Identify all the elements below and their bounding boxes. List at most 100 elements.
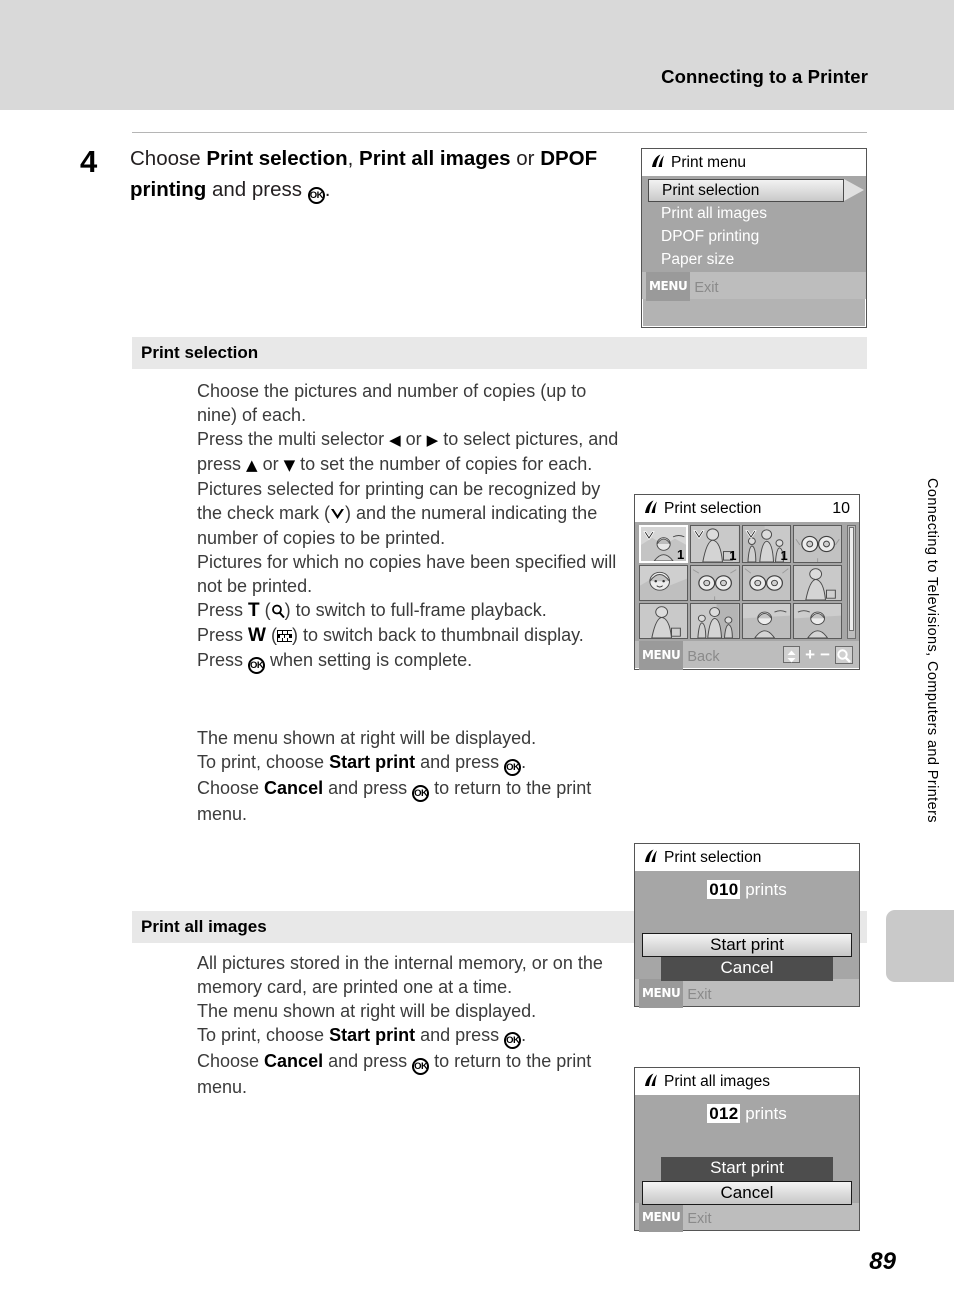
footer-label-back: Back (687, 649, 720, 665)
print-menu-footer: MENU Exit (642, 272, 866, 301)
thumbnail-item[interactable] (792, 525, 842, 563)
confirm-all-title: Print all images (664, 1073, 770, 1090)
step-block-4: 4 Choose Print selection, Print all imag… (80, 143, 615, 205)
plus-icon: + (805, 645, 816, 664)
printer-icon (642, 847, 659, 864)
ok-button-icon: OK (307, 187, 325, 204)
thumbnail-item[interactable] (792, 603, 842, 639)
thumbnail-grid-icon (276, 629, 292, 642)
thumbnail-item[interactable] (741, 565, 791, 601)
ok-button-icon: OK (248, 657, 266, 675)
print-menu-title-bar: Print menu (642, 149, 866, 176)
print-count-unit: prints (745, 1104, 787, 1123)
menu-item-paper-size[interactable]: Paper size (648, 249, 858, 271)
page-header-title: Connecting to a Printer (661, 66, 868, 87)
thumbnail-photo (793, 566, 841, 600)
confirm-all-footer: MENU Exit (635, 1203, 859, 1232)
ok-button-icon: OK (504, 1032, 522, 1050)
thumbnail-item[interactable] (639, 565, 689, 601)
cancel-button[interactable]: Cancel (661, 957, 833, 981)
thumbnail-photo (793, 526, 841, 562)
confirm-selection-footer: MENU Exit (635, 979, 859, 1008)
footer-icon-group: + − (783, 644, 853, 665)
page-header-band: Connecting to a Printer (0, 0, 954, 110)
step-bold-print-all-images: Print all images (359, 147, 511, 170)
bold-start-print: Start print (329, 752, 416, 773)
printer-icon (649, 152, 666, 169)
thumbnail-photo (742, 566, 790, 600)
scrollbar-thumb[interactable] (849, 527, 854, 631)
menu-key-icon: MENU (639, 1203, 684, 1232)
menu-key-icon: MENU (639, 641, 684, 670)
thumbnail-item[interactable] (741, 603, 791, 639)
thumbnail-item[interactable] (639, 603, 689, 639)
thumbnail-photo (691, 566, 739, 600)
menu-item-dpof-printing[interactable]: DPOF printing (648, 226, 858, 248)
check-mark-icon (744, 527, 757, 540)
start-print-button[interactable]: Start print (642, 933, 852, 957)
print-selection-count: 10 (832, 500, 850, 517)
up-arrow-icon: ▲ (246, 456, 258, 475)
printer-icon (642, 1071, 659, 1088)
bold-cancel: Cancel (264, 778, 324, 799)
up-down-selector-icon (783, 646, 801, 663)
print-menu-list: Print selection Print all images DPOF pr… (642, 176, 866, 272)
step-instruction: Choose Print selection, Print all images… (130, 143, 615, 205)
step-text-run: . (324, 178, 331, 201)
bold-start-print: Start print (329, 1025, 416, 1046)
confirm-selection-title: Print selection (664, 849, 762, 866)
bold-cancel: Cancel (264, 1051, 324, 1072)
chevron-right-icon (844, 179, 864, 201)
thumbnail-scrollbar[interactable] (847, 525, 856, 639)
print-count-line: 010 prints (635, 880, 859, 900)
header-divider-rule (132, 132, 867, 133)
confirm-selection-title-bar: Print selection (635, 844, 859, 871)
print-selection-footer: MENU Back + − (635, 641, 859, 670)
menu-key-icon: MENU (646, 272, 691, 301)
thumbnail-copies: 1 (729, 548, 737, 563)
page-number: 89 (869, 1248, 896, 1275)
paragraph-print-selection-description: Choose the pictures and number of copies… (197, 379, 629, 675)
left-arrow-icon: ◀ (389, 431, 401, 450)
thumbnail-photo (691, 604, 739, 638)
screenshot-print-selection-thumbnails: Print selection 10 1 1 1 MENU Back + − (634, 494, 860, 670)
screenshot-print-menu: Print menu Print selection Print all ima… (641, 148, 867, 328)
section-heading-print-selection: Print selection (132, 337, 867, 369)
print-count-value: 012 (707, 1104, 741, 1123)
print-selection-title-bar: Print selection 10 (635, 495, 859, 522)
footer-label-exit: Exit (687, 1211, 712, 1227)
down-arrow-icon: ▼ (283, 456, 296, 475)
check-mark-icon (330, 503, 345, 520)
thumbnail-photo (793, 604, 841, 638)
screenshot-print-all-confirm: Print all images 012 prints Start print … (634, 1067, 860, 1232)
wide-zoom-label: W (248, 624, 266, 646)
thumbnail-item[interactable]: 1 (690, 525, 740, 563)
step-text-run: and press (206, 178, 308, 201)
confirm-all-body: 012 prints Start print Cancel (635, 1095, 859, 1205)
step-text-run: , (347, 147, 360, 170)
thumbnail-item[interactable] (690, 603, 740, 639)
cancel-button[interactable]: Cancel (642, 1181, 852, 1205)
thumbnail-photo (742, 604, 790, 638)
menu-key-icon: MENU (639, 979, 684, 1008)
menu-item-print-selection[interactable]: Print selection (648, 179, 864, 202)
thumbnail-grid: 1 1 1 (639, 525, 842, 639)
minus-icon: − (820, 645, 830, 664)
thumbnail-item[interactable]: 1 (639, 525, 689, 563)
check-mark-icon (693, 527, 705, 540)
step-text-run: or (510, 147, 541, 170)
start-print-button[interactable]: Start print (661, 1157, 833, 1181)
thumbnail-item[interactable] (792, 565, 842, 601)
thumbnail-item[interactable]: 1 (741, 525, 791, 563)
printer-icon (642, 498, 659, 515)
menu-item-print-all-images[interactable]: Print all images (648, 203, 858, 225)
thumbnail-area: 1 1 1 (635, 522, 859, 641)
print-count-value: 010 (707, 880, 741, 899)
step-text-run: Choose (130, 147, 207, 170)
print-count-line: 012 prints (635, 1104, 859, 1124)
paragraph-print-selection-confirm: The menu shown at right will be displaye… (197, 728, 592, 825)
print-selection-title: Print selection (664, 500, 762, 517)
thumbnail-item[interactable] (690, 565, 740, 601)
confirm-all-title-bar: Print all images (635, 1068, 859, 1095)
magnify-icon (271, 600, 285, 619)
